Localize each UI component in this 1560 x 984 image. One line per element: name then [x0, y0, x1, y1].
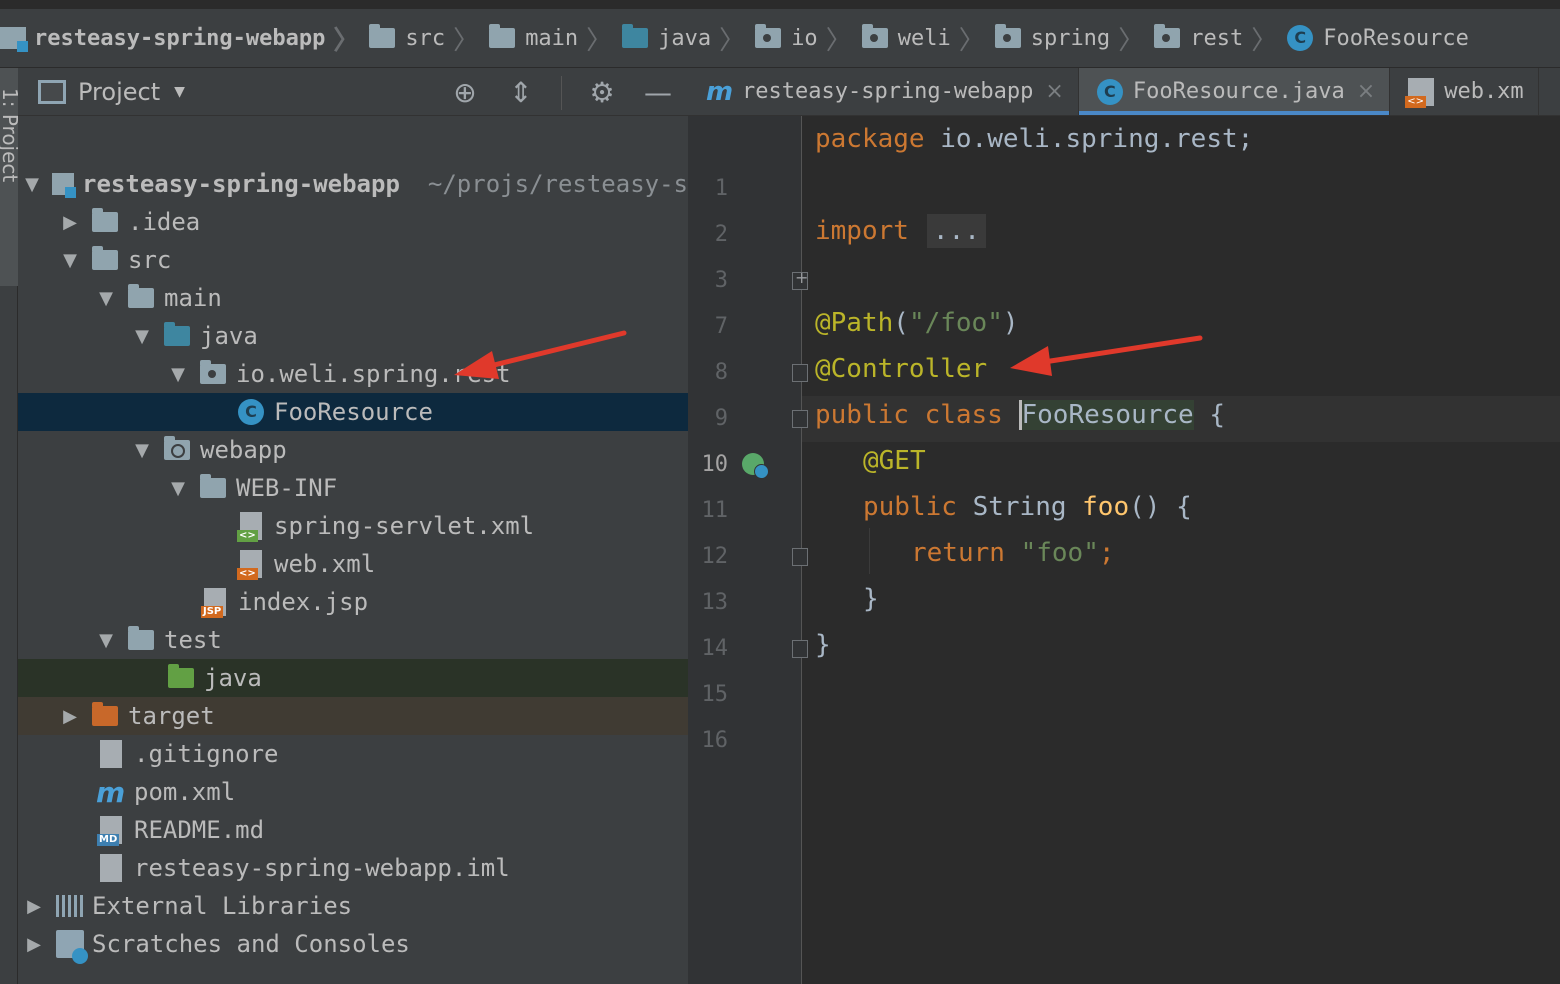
annotation-arrows [454, 330, 1203, 379]
arrow-to-controller [1010, 335, 1203, 376]
arrow-to-fooresource [454, 330, 627, 379]
